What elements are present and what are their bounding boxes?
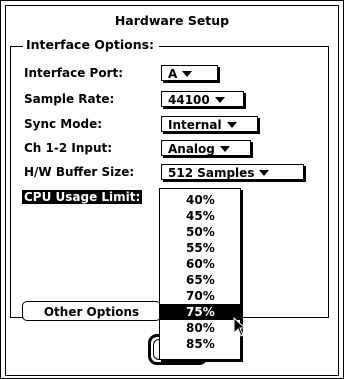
ch12-input-value: Analog — [168, 142, 215, 156]
chevron-down-icon — [226, 121, 237, 128]
cpu-option-60[interactable]: 60% — [160, 256, 240, 272]
sample-rate-label: Sample Rate: — [24, 92, 115, 106]
hw-buffer-size-label: H/W Buffer Size: — [24, 165, 135, 179]
sample-rate-value: 44100 — [168, 93, 210, 107]
cursor-arrow-icon — [233, 317, 247, 337]
sync-mode-popup[interactable]: Internal — [161, 116, 258, 132]
cpu-option-50[interactable]: 50% — [160, 224, 240, 240]
chevron-down-icon — [259, 169, 270, 176]
hw-buffer-size-value: 512 Samples — [168, 166, 255, 180]
ch12-input-label: Ch 1-2 Input: — [24, 141, 113, 155]
interface-port-label: Interface Port: — [24, 66, 124, 80]
cpu-option-65[interactable]: 65% — [160, 272, 240, 288]
sample-rate-popup[interactable]: 44100 — [161, 91, 244, 107]
cpu-usage-menu[interactable]: 40% 45% 50% 55% 60% 65% 70% 75% 80% 85% — [159, 188, 241, 360]
cpu-option-75[interactable]: 75% — [160, 304, 240, 320]
hardware-setup-dialog: Hardware Setup Interface Options: Interf… — [0, 0, 344, 379]
sync-mode-value: Internal — [168, 118, 222, 132]
chevron-down-icon — [214, 96, 225, 103]
other-options-button[interactable]: Other Options — [22, 301, 161, 321]
interface-port-value: A — [168, 67, 178, 81]
cpu-option-55[interactable]: 55% — [160, 240, 240, 256]
cpu-usage-limit-label: CPU Usage Limit: — [22, 190, 143, 204]
chevron-down-icon — [182, 70, 193, 77]
chevron-down-icon — [219, 145, 230, 152]
interface-port-popup[interactable]: A — [161, 65, 218, 81]
cpu-option-80[interactable]: 80% — [160, 320, 240, 336]
dialog-title: Hardware Setup — [114, 13, 230, 28]
sync-mode-label: Sync Mode: — [24, 117, 103, 131]
hw-buffer-size-popup[interactable]: 512 Samples — [161, 164, 304, 180]
cpu-option-85[interactable]: 85% — [160, 336, 240, 352]
cpu-option-40[interactable]: 40% — [160, 192, 240, 208]
ch12-input-popup[interactable]: Analog — [161, 140, 251, 156]
cpu-option-70[interactable]: 70% — [160, 288, 240, 304]
cpu-option-45[interactable]: 45% — [160, 208, 240, 224]
interface-options-label: Interface Options: — [23, 37, 160, 52]
